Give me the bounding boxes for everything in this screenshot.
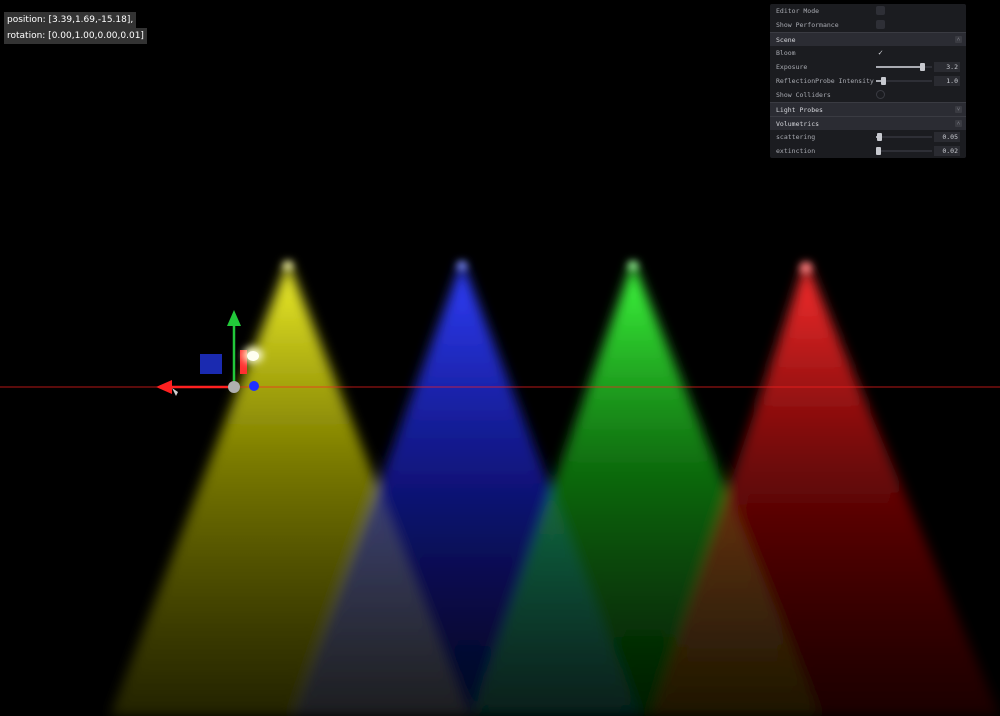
show-colliders-row[interactable]: Show Colliders xyxy=(770,88,966,102)
chevron-up-icon[interactable]: ˄ xyxy=(955,120,962,127)
spotlight-source-yellow[interactable] xyxy=(283,261,293,271)
show-colliders-toggle[interactable] xyxy=(876,90,885,99)
exposure-label: Exposure xyxy=(776,63,808,71)
exposure-row[interactable]: Exposure 3.2 xyxy=(770,60,966,74)
scene-folder-header[interactable]: Scene ˄ xyxy=(770,32,966,46)
reflection-intensity-label: ReflectionProbe Intensity xyxy=(776,77,874,85)
3d-viewport[interactable]: position: [3.39,1.69,-15.18], rotation: … xyxy=(0,0,1000,716)
editor-mode-checkbox[interactable] xyxy=(876,6,885,15)
settings-panel: Editor Mode Show Performance Scene ˄ Blo… xyxy=(770,4,966,158)
bloom-checkbox[interactable]: ✓ xyxy=(876,48,885,57)
show-performance-row[interactable]: Show Performance xyxy=(770,18,966,32)
chevron-up-icon[interactable]: ˄ xyxy=(955,36,962,43)
spotlight-source-blue[interactable] xyxy=(457,261,467,271)
bloom-label: Bloom xyxy=(776,49,796,57)
exposure-slider[interactable] xyxy=(876,63,932,71)
scattering-label: scattering xyxy=(776,133,816,141)
gizmo-center-handle[interactable] xyxy=(228,381,240,393)
scattering-slider[interactable] xyxy=(876,133,932,141)
reflection-intensity-row[interactable]: ReflectionProbe Intensity 1.0 xyxy=(770,74,966,88)
spotlight-source-green[interactable] xyxy=(628,261,638,271)
exposure-value-input[interactable]: 3.2 xyxy=(934,62,960,72)
reflection-intensity-slider-handle[interactable] xyxy=(881,77,886,85)
chevron-down-icon[interactable]: ˅ xyxy=(955,106,962,113)
gizmo-y-arrow-icon[interactable] xyxy=(227,310,241,326)
volumetrics-folder-header[interactable]: Volumetrics ˄ xyxy=(770,116,966,130)
light-probes-folder-header[interactable]: Light Probes ˅ xyxy=(770,102,966,116)
gizmo-z-handle[interactable] xyxy=(249,381,259,391)
scattering-row[interactable]: scattering 0.05 xyxy=(770,130,966,144)
scene-folder-title: Scene xyxy=(776,35,796,44)
editor-mode-row[interactable]: Editor Mode xyxy=(770,4,966,18)
spotlight-source-red[interactable] xyxy=(800,262,812,274)
position-readout: position: [3.39,1.69,-15.18], xyxy=(4,12,137,28)
exposure-slider-handle[interactable] xyxy=(920,63,925,71)
show-performance-label: Show Performance xyxy=(776,21,839,29)
editor-mode-label: Editor Mode xyxy=(776,7,820,15)
show-colliders-label: Show Colliders xyxy=(776,91,831,99)
reflection-intensity-slider[interactable] xyxy=(876,77,932,85)
exposure-slider-fill xyxy=(876,66,922,68)
selected-light-bulb-icon[interactable] xyxy=(247,351,259,361)
gizmo-x-arrow-icon[interactable] xyxy=(156,380,172,394)
extinction-slider[interactable] xyxy=(876,147,932,155)
show-performance-checkbox[interactable] xyxy=(876,20,885,29)
light-probes-folder-title: Light Probes xyxy=(776,105,823,114)
extinction-value-input[interactable]: 0.02 xyxy=(934,146,960,156)
scattering-value-input[interactable]: 0.05 xyxy=(934,132,960,142)
mouse-cursor-icon xyxy=(172,388,178,396)
extinction-slider-handle[interactable] xyxy=(876,147,881,155)
rotation-readout: rotation: [0.00,1.00,0.00,0.01] xyxy=(4,28,147,44)
scattering-slider-handle[interactable] xyxy=(877,133,882,141)
bloom-row[interactable]: Bloom ✓ xyxy=(770,46,966,60)
reflection-intensity-value-input[interactable]: 1.0 xyxy=(934,76,960,86)
volumetrics-folder-title: Volumetrics xyxy=(776,119,820,128)
extinction-row[interactable]: extinction 0.02 xyxy=(770,144,966,158)
gizmo-xy-plane-handle[interactable] xyxy=(200,354,222,374)
extinction-label: extinction xyxy=(776,147,816,155)
camera-readout: position: [3.39,1.69,-15.18], rotation: … xyxy=(4,12,147,44)
